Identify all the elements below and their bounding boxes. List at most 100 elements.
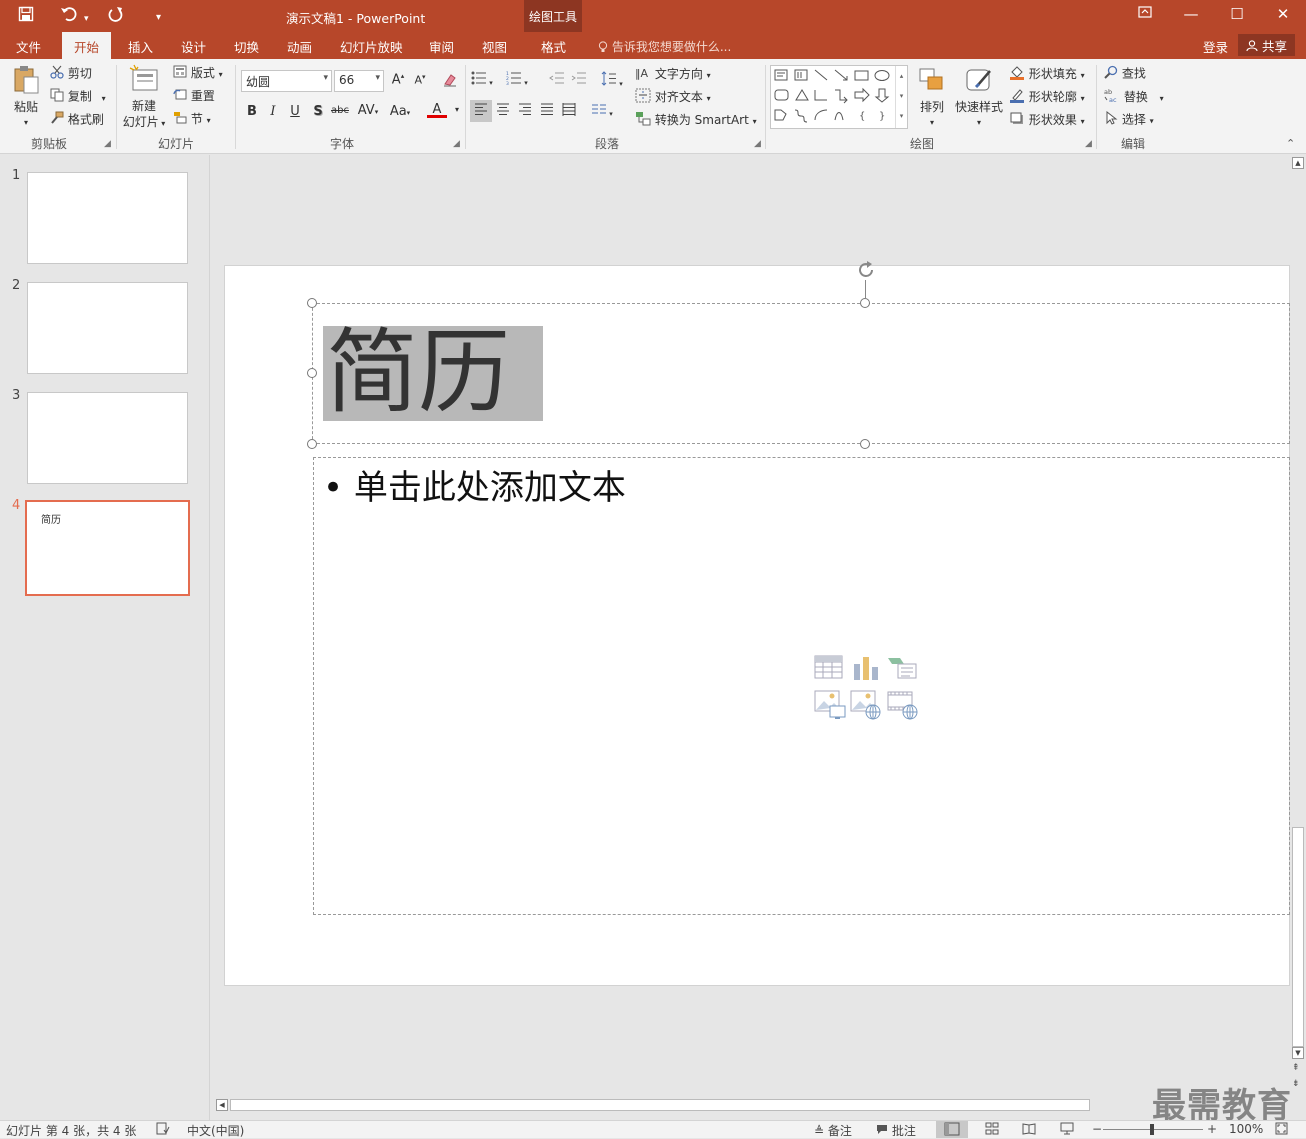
slide-thumbnail-1[interactable] <box>27 172 188 264</box>
change-case-icon[interactable]: Aa▾ <box>386 104 414 119</box>
underline-icon[interactable]: U <box>285 104 305 119</box>
resize-handle-bottom[interactable] <box>860 439 870 449</box>
comments-button[interactable]: 批注 <box>876 1122 916 1139</box>
align-left-icon[interactable] <box>470 100 492 122</box>
slideshow-view-icon[interactable] <box>1060 1122 1074 1138</box>
customize-qat-icon[interactable]: ▾ <box>156 9 161 27</box>
close-icon[interactable]: ✕ <box>1268 5 1298 23</box>
tab-animations[interactable]: 动画 <box>287 37 312 56</box>
insert-video-icon[interactable] <box>887 690 919 723</box>
arrange-button[interactable]: 排列 ▾ <box>916 67 948 131</box>
login-link[interactable]: 登录 <box>1203 37 1228 56</box>
new-slide-dropdown-icon[interactable]: ▾ <box>159 119 165 128</box>
font-name-dropdown-icon[interactable]: ▾ <box>323 73 328 83</box>
share-button[interactable]: 共享 <box>1238 34 1295 56</box>
tab-file[interactable]: 文件 <box>16 37 41 56</box>
resize-handle-bottom-left[interactable] <box>307 439 317 449</box>
align-center-icon[interactable] <box>493 103 513 120</box>
shape-outline-dropdown-icon[interactable]: ▾ <box>1081 94 1085 103</box>
align-right-icon[interactable] <box>515 103 535 120</box>
replace-button[interactable]: ab ac 替换 ▾ <box>1104 88 1164 107</box>
shapes-gallery[interactable]: { } ▴ ▾ ▾ <box>770 65 908 129</box>
previous-slide-icon[interactable]: ⇞ <box>1292 1064 1300 1073</box>
find-button[interactable]: 查找 <box>1104 65 1146 83</box>
vertical-scroll-thumb[interactable] <box>1292 827 1304 1047</box>
justify-icon[interactable] <box>537 103 557 120</box>
reset-button[interactable]: 重置 <box>173 88 215 105</box>
scroll-down-icon[interactable]: ▼ <box>1292 1047 1304 1059</box>
align-text-dropdown-icon[interactable]: ▾ <box>707 94 711 103</box>
copy-dropdown-icon[interactable]: ▾ <box>102 94 106 103</box>
tab-format[interactable]: 格式 <box>541 37 566 56</box>
tab-view[interactable]: 视图 <box>482 37 507 56</box>
strikethrough-icon[interactable]: abc <box>330 105 350 116</box>
layout-dropdown-icon[interactable]: ▾ <box>219 70 223 79</box>
collapse-ribbon-icon[interactable]: ⌃ <box>1286 137 1295 150</box>
shape-effects-dropdown-icon[interactable]: ▾ <box>1081 117 1085 126</box>
clear-formatting-icon[interactable] <box>440 72 460 92</box>
cut-button[interactable]: 剪切 <box>50 65 92 83</box>
spell-check-icon[interactable] <box>156 1122 170 1138</box>
minimize-icon[interactable]: — <box>1176 5 1206 23</box>
ribbon-display-options-icon[interactable] <box>1130 5 1160 23</box>
font-name-box[interactable]: 幼圆 ▾ <box>241 70 332 92</box>
select-button[interactable]: 选择 ▾ <box>1104 110 1154 130</box>
next-slide-icon[interactable]: ⇟ <box>1292 1080 1300 1089</box>
insert-table-icon[interactable] <box>814 654 844 685</box>
font-color-dropdown-icon[interactable]: ▾ <box>447 105 467 114</box>
content-placeholder[interactable] <box>313 457 1290 915</box>
content-placeholder-text[interactable]: • 单击此处添加文本 <box>323 460 626 509</box>
reading-view-icon[interactable] <box>1022 1122 1036 1138</box>
tab-insert[interactable]: 插入 <box>128 37 153 56</box>
replace-dropdown-icon[interactable]: ▾ <box>1160 94 1164 103</box>
paste-button[interactable]: 粘贴 ▾ <box>10 65 42 131</box>
clipboard-launcher-icon[interactable]: ◢ <box>104 139 111 149</box>
shape-fill-button[interactable]: 形状填充 ▾ <box>1009 65 1085 84</box>
paste-dropdown-icon[interactable]: ▾ <box>10 115 42 131</box>
line-spacing-icon[interactable]: ▾ <box>601 71 629 90</box>
format-painter-button[interactable]: 格式刷 <box>50 111 104 129</box>
drawing-launcher-icon[interactable]: ◢ <box>1085 139 1092 149</box>
vertical-scrollbar[interactable]: ▲ ▼ <box>1290 155 1306 1062</box>
copy-button[interactable]: 复制 ▾ <box>50 88 106 107</box>
text-direction-button[interactable]: ‖A 文字方向 ▾ <box>635 65 711 84</box>
quick-styles-dropdown-icon[interactable]: ▾ <box>953 115 1005 131</box>
slide-title[interactable]: 简历 <box>326 323 510 423</box>
tell-me-box[interactable]: 告诉我您想要做什么... <box>598 38 731 55</box>
shape-effects-button[interactable]: 形状效果 ▾ <box>1009 111 1085 130</box>
scroll-up-icon[interactable]: ▲ <box>1292 157 1304 169</box>
redo-icon[interactable] <box>108 6 124 26</box>
normal-view-button[interactable] <box>936 1121 968 1138</box>
zoom-out-icon[interactable]: − <box>1092 1122 1102 1136</box>
arrange-dropdown-icon[interactable]: ▾ <box>916 115 948 131</box>
undo-dropdown-icon[interactable]: ▾ <box>84 10 89 28</box>
convert-smartart-button[interactable]: 转换为 SmartArt ▾ <box>635 111 757 130</box>
new-slide-button[interactable]: 新建 幻灯片 ▾ <box>121 64 167 132</box>
distributed-icon[interactable] <box>559 103 579 120</box>
decrease-indent-icon[interactable] <box>547 71 567 89</box>
scroll-left-icon[interactable]: ◀ <box>216 1099 228 1111</box>
insert-smartart-icon[interactable] <box>886 654 918 685</box>
font-launcher-icon[interactable]: ◢ <box>453 139 460 149</box>
resize-handle-top[interactable] <box>860 298 870 308</box>
shrink-font-icon[interactable]: A▾ <box>410 73 430 87</box>
tab-review[interactable]: 审阅 <box>429 37 454 56</box>
shape-fill-dropdown-icon[interactable]: ▾ <box>1081 71 1085 80</box>
resize-handle-top-left[interactable] <box>307 298 317 308</box>
fit-to-window-icon[interactable] <box>1275 1122 1288 1138</box>
notes-button[interactable]: ≜ 备注 <box>814 1122 852 1139</box>
bold-icon[interactable]: B <box>242 104 262 119</box>
insert-online-picture-icon[interactable] <box>850 690 882 723</box>
quick-styles-button[interactable]: 快速样式 ▾ <box>953 67 1005 131</box>
undo-icon[interactable] <box>60 6 78 26</box>
text-shadow-icon[interactable]: S <box>308 104 328 119</box>
maximize-icon[interactable]: ☐ <box>1222 5 1252 23</box>
paragraph-launcher-icon[interactable]: ◢ <box>754 139 761 149</box>
smartart-dropdown-icon[interactable]: ▾ <box>753 117 757 126</box>
increase-indent-icon[interactable] <box>569 71 589 89</box>
tab-transitions[interactable]: 切换 <box>234 37 259 56</box>
select-dropdown-icon[interactable]: ▾ <box>1150 117 1154 126</box>
language-status[interactable]: 中文(中国) <box>187 1122 244 1139</box>
zoom-slider-thumb[interactable] <box>1150 1124 1154 1135</box>
italic-icon[interactable]: I <box>263 104 283 119</box>
